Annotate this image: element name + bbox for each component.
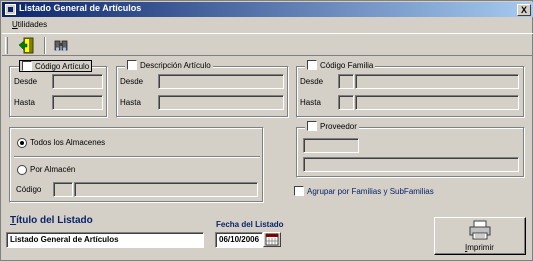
almacenes-group: Todos los Almacenes Por Almacén Código xyxy=(9,127,264,203)
titulo-label: Título del Listado xyxy=(10,215,93,226)
menu-bar: Utilidades xyxy=(2,17,533,34)
agrupar-checkbox[interactable] xyxy=(294,186,304,196)
descripcion-desde-input[interactable] xyxy=(158,74,284,89)
window-title: Listado General de Artículos xyxy=(19,3,142,13)
descripcion-hasta-input[interactable] xyxy=(158,95,284,110)
codigo-articulo-label: Código Artículo xyxy=(35,61,90,71)
window-icon xyxy=(5,4,16,15)
proveedor-code-input[interactable] xyxy=(303,138,359,153)
imprimir-label: Imprimir xyxy=(465,243,494,252)
title-bar: Listado General de Artículos X xyxy=(2,2,533,17)
proveedor-group: Proveedor xyxy=(296,121,525,178)
exit-button[interactable] xyxy=(16,36,38,55)
agrupar-label: Agrupar por Familias y SubFamilias xyxy=(307,186,434,196)
familia-desde-code-input[interactable] xyxy=(338,74,354,89)
titulo-input[interactable]: Listado General de Artículos xyxy=(6,232,204,248)
todos-almacenes-label: Todos los Almacenes xyxy=(30,138,106,147)
calendar-button[interactable] xyxy=(263,232,281,247)
proveedor-checkbox-label[interactable]: Proveedor xyxy=(305,121,359,131)
almacenes-divider xyxy=(14,156,260,158)
almacen-nombre-input[interactable] xyxy=(74,182,258,197)
descripcion-articulo-group: Descripción Artículo Desde Hasta xyxy=(116,60,289,118)
printer-icon xyxy=(469,220,491,240)
codigo-familia-label: Código Familia xyxy=(320,60,374,70)
codigo-familia-checkbox[interactable] xyxy=(307,60,317,70)
toolbar-grip xyxy=(5,37,8,54)
descripcion-articulo-label: Descripción Artículo xyxy=(140,60,211,70)
menu-utilidades[interactable]: Utilidades xyxy=(12,20,47,29)
toolbar xyxy=(2,35,533,56)
fecha-label: Fecha del Listado xyxy=(216,220,284,229)
agrupar-option[interactable]: Agrupar por Familias y SubFamilias xyxy=(294,186,434,196)
familia-hasta-label: Hasta xyxy=(300,98,321,107)
codigo-articulo-hasta-label: Hasta xyxy=(14,98,35,107)
todos-almacenes-radio[interactable] xyxy=(17,138,27,148)
proveedor-name-input[interactable] xyxy=(303,157,519,172)
calendar-icon xyxy=(265,233,279,246)
descripcion-desde-label: Desde xyxy=(120,77,144,86)
binoculars-icon xyxy=(54,40,68,51)
codigo-articulo-checkbox-label[interactable]: Código Artículo xyxy=(19,60,93,72)
codigo-articulo-group: Código Artículo Desde Hasta xyxy=(9,60,108,118)
codigo-articulo-checkbox[interactable] xyxy=(22,61,32,71)
proveedor-label: Proveedor xyxy=(320,121,357,131)
imprimir-button[interactable]: Imprimir xyxy=(434,217,526,255)
por-almacen-radio[interactable] xyxy=(17,165,27,175)
familia-hasta-name-input[interactable] xyxy=(355,95,519,110)
report-window: Listado General de Artículos X Utilidade… xyxy=(0,0,533,261)
familia-desde-name-input[interactable] xyxy=(355,74,519,89)
proveedor-checkbox[interactable] xyxy=(307,121,317,131)
codigo-articulo-hasta-input[interactable] xyxy=(52,95,103,110)
codigo-articulo-desde-input[interactable] xyxy=(52,74,103,89)
descripcion-articulo-checkbox-label[interactable]: Descripción Artículo xyxy=(125,60,213,70)
fecha-input[interactable]: 06/10/2006 xyxy=(215,232,263,248)
toolbar-separator xyxy=(44,37,46,54)
por-almacen-label: Por Almacén xyxy=(30,165,76,174)
codigo-articulo-desde-label: Desde xyxy=(14,77,38,86)
search-button[interactable] xyxy=(50,36,72,55)
almacen-codigo-input[interactable] xyxy=(53,182,73,197)
descripcion-hasta-label: Hasta xyxy=(120,98,141,107)
familia-hasta-code-input[interactable] xyxy=(338,95,354,110)
titulo-value: Listado General de Artículos xyxy=(10,235,119,244)
close-button[interactable]: X xyxy=(517,4,531,16)
fecha-value: 06/10/2006 xyxy=(219,235,260,244)
codigo-familia-checkbox-label[interactable]: Código Familia xyxy=(305,60,376,70)
descripcion-articulo-checkbox[interactable] xyxy=(127,60,137,70)
familia-desde-label: Desde xyxy=(300,77,324,86)
exit-door-icon xyxy=(18,37,34,54)
codigo-familia-group: Código Familia Desde Hasta xyxy=(296,60,525,118)
almacen-codigo-label: Código xyxy=(16,185,42,194)
